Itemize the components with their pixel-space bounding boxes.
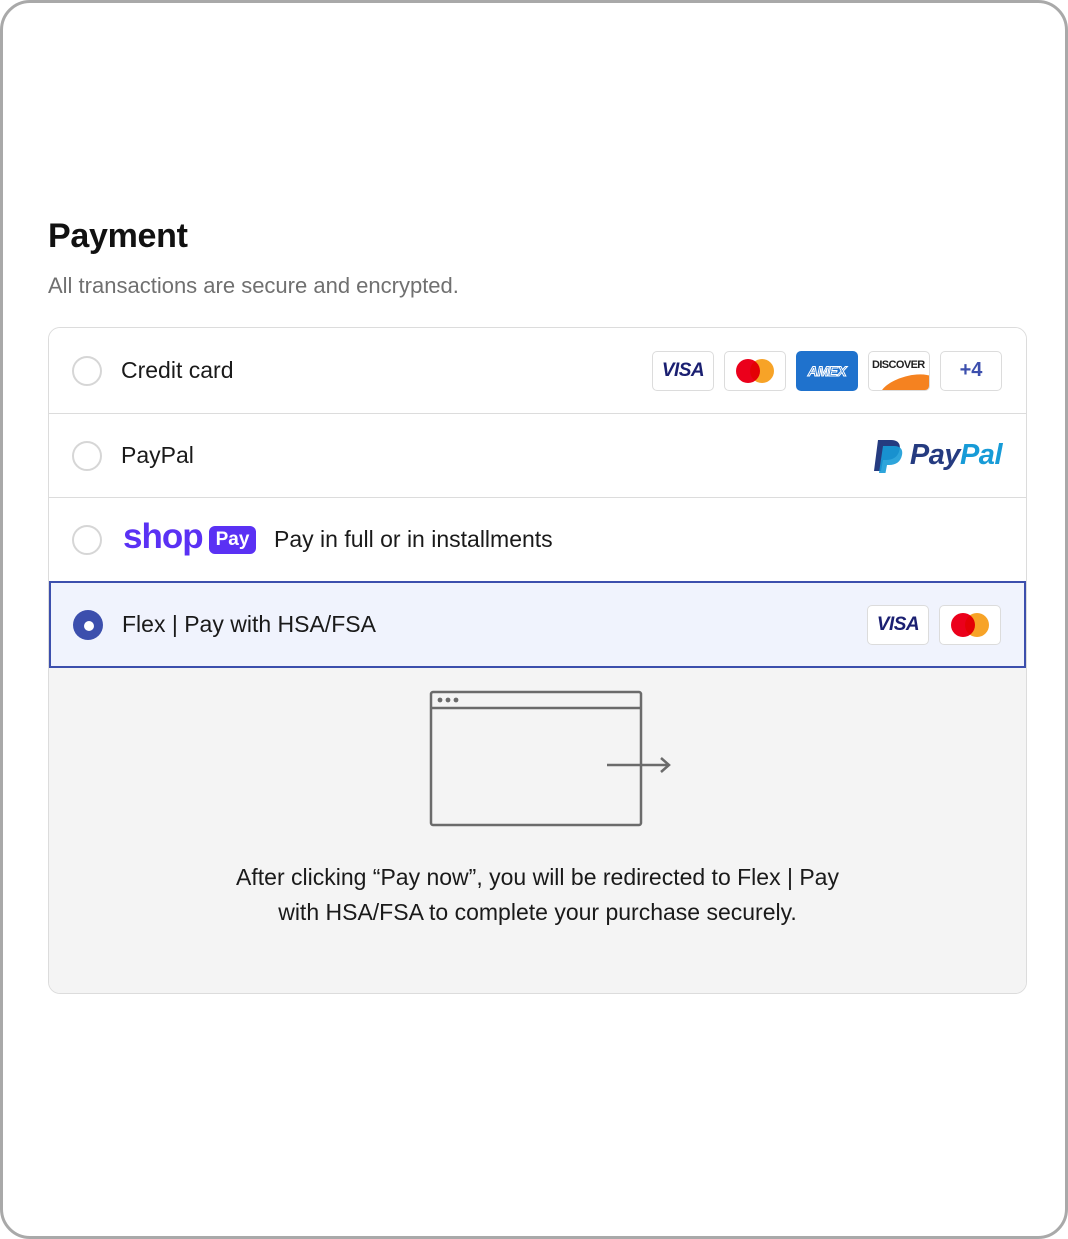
redirect-panel: After clicking “Pay now”, you will be re…	[49, 668, 1026, 993]
credit-card-radio[interactable]	[72, 355, 102, 386]
payment-option-flex[interactable]: Flex | Pay with HSA/FSA VISA	[49, 581, 1026, 668]
discover-icon: DISCOVER	[868, 350, 930, 391]
credit-card-label: Credit card	[121, 357, 234, 383]
browser-redirect-icon	[429, 690, 671, 827]
flex-radio[interactable]	[73, 609, 103, 640]
payment-option-shop-pay[interactable]: shop Pay Pay in full or in installments	[49, 498, 1026, 582]
credit-card-brands: VISA AMEX DISCOVER +4	[652, 350, 1002, 391]
window-frame: Payment All transactions are secure and …	[0, 0, 1068, 1239]
paypal-logo: PayPal	[870, 438, 1003, 474]
payment-option-paypal[interactable]: PayPal PayPal	[49, 414, 1026, 498]
shop-pay-logo: shop Pay	[123, 519, 257, 554]
amex-icon: AMEX	[796, 350, 858, 391]
payment-methods: Credit card VISA AMEX DISCOVER +4 PayPal…	[48, 327, 1027, 994]
more-cards-badge: +4	[940, 350, 1002, 391]
payment-title: Payment	[48, 217, 188, 255]
redirect-message: After clicking “Pay now”, you will be re…	[236, 864, 839, 925]
flex-brands: VISA	[867, 604, 1001, 645]
shop-pay-description: Pay in full or in installments	[274, 526, 553, 552]
shop-pay-badge: Pay	[208, 525, 257, 554]
mastercard-icon	[939, 604, 1001, 645]
flex-label: Flex | Pay with HSA/FSA	[122, 611, 376, 637]
payment-subtitle: All transactions are secure and encrypte…	[48, 273, 459, 298]
paypal-mark-icon	[873, 439, 903, 473]
paypal-word-pal: Pal	[959, 439, 1003, 471]
visa-icon: VISA	[652, 350, 714, 391]
paypal-word-pay: Pay	[909, 439, 961, 471]
mastercard-icon	[724, 350, 786, 391]
shop-wordmark: shop	[123, 517, 204, 556]
paypal-radio[interactable]	[72, 440, 102, 471]
shop-pay-radio[interactable]	[72, 524, 102, 555]
visa-icon: VISA	[867, 604, 929, 645]
payment-option-credit-card[interactable]: Credit card VISA AMEX DISCOVER +4	[49, 328, 1026, 414]
paypal-label: PayPal	[121, 442, 194, 468]
